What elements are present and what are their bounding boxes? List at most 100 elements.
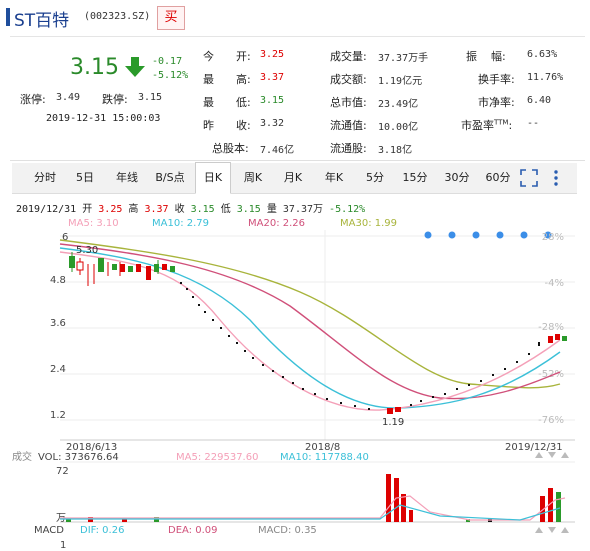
total-shares-label: 总股本: bbox=[212, 142, 249, 155]
y-axis-right: 28% -4% -28% -52% -76% bbox=[538, 232, 564, 426]
signal-dot bbox=[496, 231, 504, 239]
vol-y-top: 72 bbox=[56, 466, 69, 477]
turnover-rate-label: 换手率: bbox=[478, 73, 515, 86]
ma5-line bbox=[59, 251, 561, 411]
fullscreen-icon[interactable] bbox=[520, 169, 538, 187]
kline-info-bar: 2019/12/31 开 3.25 高 3.37 收 3.15 低 3.15 量… bbox=[16, 204, 366, 215]
ma30-line bbox=[59, 239, 561, 389]
market-cap-value: 23.49亿 bbox=[378, 99, 419, 110]
ma10-legend: MA10: 2.79 bbox=[152, 218, 209, 229]
candle-down bbox=[69, 256, 75, 268]
buy-button[interactable]: 买 bbox=[157, 6, 185, 30]
high-prefix: 最 bbox=[203, 73, 214, 86]
pb-value: 6.40 bbox=[527, 95, 552, 106]
candle-up bbox=[555, 334, 560, 340]
volume-label: 成交量: bbox=[330, 50, 367, 63]
tab-year-line[interactable]: 年线 bbox=[110, 163, 144, 193]
down-arrow-icon bbox=[125, 57, 145, 77]
float-shares-label: 流通股: bbox=[330, 142, 367, 155]
y-pct-tick: -4% bbox=[545, 278, 564, 289]
total-shares-value: 7.46亿 bbox=[260, 145, 295, 156]
signal-dot bbox=[448, 231, 456, 239]
limit-down-label: 跌停: bbox=[102, 93, 128, 106]
prev-close-label: 收: bbox=[236, 119, 251, 132]
change-percent: -5.12% bbox=[152, 70, 189, 81]
change-value: -0.17 bbox=[152, 56, 183, 67]
pe-value: -- bbox=[527, 118, 540, 129]
quote-timestamp: 2019-12-31 15:00:03 bbox=[46, 113, 161, 124]
volume-legend: 成交 VOL: 373676.64 MA5: 229537.60 MA10: 1… bbox=[12, 450, 369, 463]
divider bbox=[10, 160, 585, 161]
volume-bar bbox=[401, 494, 406, 522]
tab-60min[interactable]: 60分 bbox=[481, 163, 515, 193]
y-tick: 2.4 bbox=[50, 364, 66, 375]
low-value: 3.15 bbox=[260, 95, 285, 106]
tab-5day[interactable]: 5日 bbox=[70, 163, 100, 193]
high-value: 3.37 bbox=[260, 72, 285, 83]
tab-weekly-k[interactable]: 周K bbox=[237, 163, 269, 193]
macd-legend: MACD DIF: 0.26 DEA: 0.09 MACD: 0.35 bbox=[34, 525, 317, 536]
tab-5min[interactable]: 5分 bbox=[360, 163, 390, 193]
low-label: 1.19 bbox=[382, 417, 404, 428]
vol-ma5-line bbox=[60, 495, 566, 521]
volume-bars bbox=[66, 474, 561, 522]
low-label: 低: bbox=[236, 96, 251, 109]
y-pct-tick: -28% bbox=[538, 322, 564, 333]
ma20-legend: MA20: 2.26 bbox=[248, 218, 305, 229]
vol-ma10: MA10: 117788.40 bbox=[280, 452, 369, 463]
tab-daily-k[interactable]: 日K bbox=[195, 162, 231, 194]
macd-arrows bbox=[535, 527, 569, 533]
candle-up bbox=[76, 261, 84, 271]
prev-prefix: 昨 bbox=[203, 119, 214, 132]
tab-yearly-k[interactable]: 年K bbox=[318, 163, 350, 193]
float-cap-label: 流通值: bbox=[330, 119, 367, 132]
turnover-rate-value: 11.76% bbox=[527, 72, 564, 83]
pb-label: 市净率: bbox=[478, 96, 515, 109]
low-prefix: 最 bbox=[203, 96, 214, 109]
ma5-legend: MA5: 3.10 bbox=[68, 218, 119, 229]
signal-dot bbox=[520, 231, 528, 239]
macd-y-bottom: 1 bbox=[60, 540, 66, 551]
limit-down-value: 3.15 bbox=[138, 92, 163, 103]
open-value: 3.25 bbox=[260, 49, 285, 60]
signal-dots bbox=[424, 231, 552, 239]
candle-low bbox=[387, 408, 393, 414]
current-price: 3.15 bbox=[70, 55, 119, 80]
y-pct-tick: 28% bbox=[542, 232, 564, 243]
candle-down bbox=[98, 258, 104, 272]
more-options-icon[interactable] bbox=[552, 169, 560, 187]
stock-header: ST百特 (002323.SZ) 买 bbox=[0, 0, 590, 34]
candle-down bbox=[562, 336, 567, 341]
volume-label: 成交 bbox=[12, 450, 32, 463]
stock-code: (002323.SZ) bbox=[84, 11, 151, 22]
tab-intraday[interactable]: 分时 bbox=[28, 163, 62, 193]
divider bbox=[10, 36, 585, 37]
macd-value: MACD: 0.35 bbox=[258, 525, 317, 536]
y-tick: 4.8 bbox=[50, 275, 66, 286]
candle-up bbox=[548, 336, 553, 343]
dif-value: DIF: 0.26 bbox=[80, 525, 124, 536]
price-change: -0.17 -5.12% bbox=[152, 55, 188, 83]
amplitude-value: 6.63% bbox=[527, 49, 558, 60]
signal-dot bbox=[424, 231, 432, 239]
open-label: 开: bbox=[236, 50, 251, 63]
today-label: 今 bbox=[203, 50, 214, 63]
early-candles bbox=[69, 252, 175, 286]
limit-up-value: 3.49 bbox=[56, 92, 81, 103]
float-cap-value: 10.00亿 bbox=[378, 122, 419, 133]
price-dots bbox=[180, 282, 530, 410]
x-tick: 2019/12/31 bbox=[505, 442, 563, 453]
market-cap-label: 总市值: bbox=[330, 96, 367, 109]
tab-bs-points[interactable]: B/S点 bbox=[150, 163, 190, 193]
y-axis-left: 6 4.8 3.6 2.4 1.2 bbox=[50, 232, 68, 421]
tab-monthly-k[interactable]: 月K bbox=[277, 163, 309, 193]
volume-value: 37.37万手 bbox=[378, 53, 429, 64]
turnover-label: 成交额: bbox=[330, 73, 367, 86]
float-shares-value: 3.18亿 bbox=[378, 145, 413, 156]
tab-30min[interactable]: 30分 bbox=[440, 163, 474, 193]
vol-ma5: MA5: 229537.60 bbox=[176, 452, 258, 463]
kline-chart[interactable]: MA5: 3.10 MA10: 2.79 MA20: 2.26 MA30: 1.… bbox=[0, 215, 590, 551]
stock-name: ST百特 bbox=[14, 11, 70, 31]
high-label: 高: bbox=[236, 73, 251, 86]
tab-15min[interactable]: 15分 bbox=[398, 163, 432, 193]
